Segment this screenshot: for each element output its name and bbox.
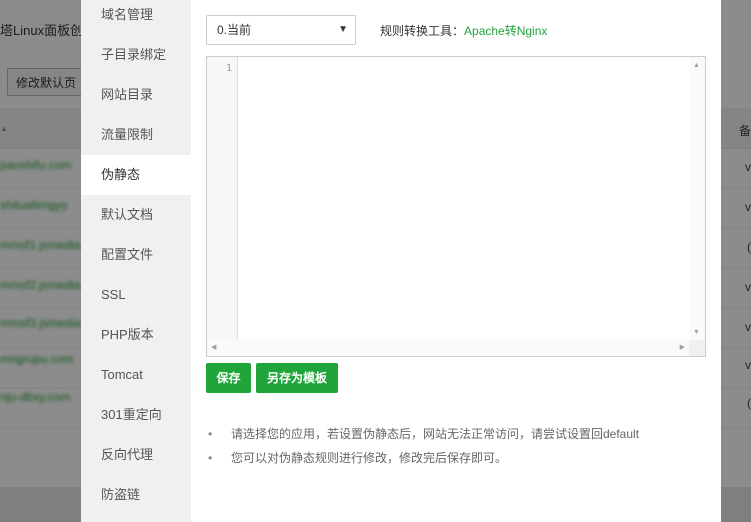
horizontal-scrollbar[interactable]: ◀ ▶ (207, 340, 689, 356)
conversion-tool: 规则转换工具：Apache转Nginx (380, 22, 547, 39)
sidebar-item-redirect-301[interactable]: 301重定向 (81, 395, 191, 435)
sidebar-item-default-document[interactable]: 默认文档 (81, 195, 191, 235)
scroll-up-icon[interactable]: ▲ (693, 62, 700, 69)
scrollbar-corner (689, 340, 705, 356)
sidebar-item-rewrite[interactable]: 伪静态 (81, 155, 191, 195)
conversion-tool-label: 规则转换工具： (380, 24, 465, 38)
rewrite-code-editor[interactable]: 1 ▲ ▼ ◀ ▶ (206, 56, 706, 357)
line-number: 1 (225, 63, 232, 74)
tip-text: 您可以对伪静态规则进行修改，修改完后保存即可。 (231, 451, 508, 465)
list-item: • 您可以对伪静态规则进行修改，修改完后保存即可。 (206, 450, 639, 474)
apache-to-nginx-link[interactable]: Apache转Nginx (464, 24, 547, 38)
sidebar-item-subdir-binding[interactable]: 子目录绑定 (81, 35, 191, 75)
vertical-scrollbar[interactable]: ▲ ▼ (689, 57, 705, 341)
select-value: 0.当前 (217, 23, 252, 37)
site-settings-dialog: 域名管理 子目录绑定 网站目录 流量限制 伪静态 默认文档 配置文件 SSL P… (81, 0, 721, 522)
save-button[interactable]: 保存 (206, 363, 251, 393)
sidebar-item-ssl[interactable]: SSL (81, 275, 191, 315)
editor-text-area[interactable] (238, 57, 688, 341)
sidebar-item-site-directory[interactable]: 网站目录 (81, 75, 191, 115)
save-as-template-button[interactable]: 另存为模板 (256, 363, 338, 393)
sidebar-item-tomcat[interactable]: Tomcat (81, 355, 191, 395)
sidebar-item-config-file[interactable]: 配置文件 (81, 235, 191, 275)
editor-gutter: 1 (207, 57, 238, 356)
sidebar-item-reverse-proxy[interactable]: 反向代理 (81, 435, 191, 475)
sidebar-item-hotlink-protection[interactable]: 防盗链 (81, 475, 191, 515)
bullet-icon: • (208, 451, 213, 465)
tip-text: 请选择您的应用，若设置伪静态后，网站无法正常访问，请尝试设置回default (231, 427, 640, 441)
sidebar-item-domain[interactable]: 域名管理 (81, 0, 191, 35)
help-tips: • 请选择您的应用，若设置伪静态后，网站无法正常访问，请尝试设置回default … (206, 426, 639, 474)
scroll-right-icon[interactable]: ▶ (680, 344, 685, 351)
chevron-down-icon: ▼ (338, 24, 348, 35)
rewrite-template-select[interactable]: 0.当前 ▼ (206, 15, 356, 45)
list-item: • 请选择您的应用，若设置伪静态后，网站无法正常访问，请尝试设置回default (206, 426, 639, 450)
scroll-down-icon[interactable]: ▼ (693, 329, 700, 336)
rewrite-panel: 0.当前 ▼ 规则转换工具：Apache转Nginx 1 ▲ ▼ ◀ ▶ 保存 … (191, 0, 721, 522)
sidebar-item-traffic-limit[interactable]: 流量限制 (81, 115, 191, 155)
settings-sidebar: 域名管理 子目录绑定 网站目录 流量限制 伪静态 默认文档 配置文件 SSL P… (81, 0, 191, 522)
sidebar-item-php-version[interactable]: PHP版本 (81, 315, 191, 355)
scroll-left-icon[interactable]: ◀ (211, 344, 216, 351)
bullet-icon: • (208, 427, 213, 441)
